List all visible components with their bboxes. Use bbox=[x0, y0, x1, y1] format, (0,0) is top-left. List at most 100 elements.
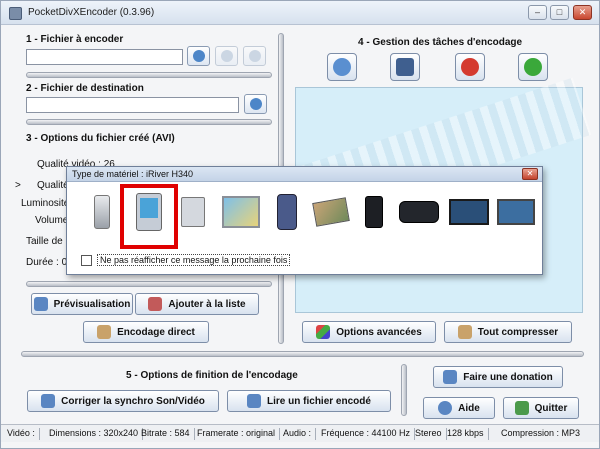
donate-icon bbox=[443, 370, 458, 384]
handheld-icon bbox=[181, 197, 205, 227]
monitor-icon bbox=[222, 196, 260, 228]
browse-source-button[interactable] bbox=[187, 46, 210, 66]
app-icon bbox=[9, 7, 22, 20]
preview-button-label: Prévisualisation bbox=[53, 298, 131, 310]
home-icon bbox=[514, 401, 529, 415]
source-info-button[interactable] bbox=[215, 46, 238, 66]
help-button[interactable]: Aide bbox=[423, 397, 495, 419]
splitter-2[interactable] bbox=[26, 119, 272, 125]
audio-quality-label: Qualité bbox=[37, 180, 69, 191]
remove-task-button[interactable] bbox=[455, 53, 485, 81]
status-audio: Audio : bbox=[283, 428, 317, 440]
splitter-1[interactable] bbox=[26, 72, 272, 78]
maximize-button[interactable]: □ bbox=[550, 5, 569, 20]
play-file-button[interactable]: Lire un fichier encodé bbox=[227, 390, 391, 412]
options-section-title: 3 - Options du fichier créé (AVI) bbox=[26, 133, 175, 144]
add-task-button[interactable] bbox=[327, 53, 357, 81]
finish-section-title: 5 - Options de finition de l'encodage bbox=[126, 370, 298, 381]
add-to-list-label: Ajouter à la liste bbox=[168, 298, 246, 310]
video-player-icon bbox=[399, 201, 439, 223]
bottom-vertical-splitter[interactable] bbox=[401, 364, 407, 416]
brightness-label: Luminosité bbox=[21, 198, 70, 209]
title-bar[interactable]: PocketDivXEncoder (0.3.96) – □ ✕ bbox=[1, 1, 599, 25]
tasks-section-title: 4 - Gestion des tâches d'encodage bbox=[358, 37, 523, 48]
browse-destination-button[interactable] bbox=[244, 94, 267, 114]
splitter-4[interactable] bbox=[21, 351, 584, 357]
device-pda-silver[interactable] bbox=[89, 191, 115, 233]
status-kbps: 128 kbps bbox=[447, 428, 489, 440]
device-pocket-pc[interactable] bbox=[272, 191, 302, 233]
destination-section-title: 2 - Fichier de destination bbox=[26, 83, 144, 94]
preview-button[interactable]: Prévisualisation bbox=[31, 293, 133, 315]
current-row-marker: > bbox=[15, 180, 21, 191]
add-to-list-button[interactable]: Ajouter à la liste bbox=[135, 293, 259, 315]
status-compression: Compression : MP3 bbox=[501, 428, 581, 438]
device-lcd-monitor[interactable] bbox=[495, 191, 537, 233]
file-size-label: Taille de bbox=[26, 236, 63, 247]
save-tasks-button[interactable] bbox=[390, 53, 420, 81]
mouse-icon bbox=[333, 58, 351, 76]
source-file-input[interactable] bbox=[26, 49, 183, 65]
direct-encode-label: Encodage direct bbox=[117, 326, 195, 338]
donate-label: Faire une donation bbox=[463, 371, 553, 383]
pocket-pc-icon bbox=[277, 194, 297, 230]
status-bar: Vidéo : Dimensions : 320x240 Bitrate : 5… bbox=[1, 424, 599, 442]
selected-device-highlight bbox=[120, 184, 178, 249]
destination-file-input[interactable] bbox=[26, 97, 239, 113]
go-icon bbox=[524, 58, 542, 76]
dialog-close-button[interactable]: ✕ bbox=[522, 168, 538, 180]
start-tasks-button[interactable] bbox=[518, 53, 548, 81]
device-portable-video-player[interactable] bbox=[397, 191, 441, 233]
fix-sync-button[interactable]: Corriger la synchro Son/Vidéo bbox=[27, 390, 219, 412]
lcd-monitor-icon bbox=[497, 199, 535, 225]
folder-icon bbox=[192, 50, 205, 62]
device-photo-viewer[interactable] bbox=[311, 191, 351, 233]
advanced-options-button[interactable]: Options avancées bbox=[302, 321, 436, 343]
play-file-label: Lire un fichier encodé bbox=[267, 395, 371, 407]
splitter-3[interactable] bbox=[26, 281, 272, 287]
close-button[interactable]: ✕ bbox=[573, 5, 592, 20]
status-frequency: Fréquence : 44100 Hz bbox=[321, 428, 416, 440]
printer-icon bbox=[396, 58, 414, 76]
pda-icon bbox=[94, 195, 110, 229]
gear-icon bbox=[97, 325, 112, 339]
clear-icon bbox=[248, 50, 261, 62]
advanced-options-label: Options avancées bbox=[336, 326, 422, 338]
folder-icon bbox=[249, 98, 262, 110]
quit-label: Quitter bbox=[534, 402, 568, 414]
direct-encode-button[interactable]: Encodage direct bbox=[83, 321, 209, 343]
media-player-icon bbox=[365, 196, 383, 228]
dialog-title: Type de matériel : iRiver H340 bbox=[72, 169, 194, 179]
dont-show-again-checkbox[interactable] bbox=[81, 255, 92, 266]
quit-button[interactable]: Quitter bbox=[503, 397, 579, 419]
status-dimensions: Dimensions : 320x240 bbox=[49, 428, 144, 440]
app-window: PocketDivXEncoder (0.3.96) – □ ✕ 1 - Fic… bbox=[0, 0, 600, 449]
device-media-player-black[interactable] bbox=[361, 191, 387, 233]
fix-sync-label: Corriger la synchro Son/Vidéo bbox=[61, 395, 205, 407]
device-tv-widescreen[interactable] bbox=[447, 191, 491, 233]
device-desktop-monitor[interactable] bbox=[219, 191, 263, 233]
sync-icon bbox=[41, 394, 56, 408]
options-icon bbox=[316, 325, 331, 339]
compress-all-button[interactable]: Tout compresser bbox=[444, 321, 572, 343]
compress-all-label: Tout compresser bbox=[477, 326, 559, 338]
tv-icon bbox=[449, 199, 489, 225]
device-pda-screen[interactable] bbox=[177, 191, 209, 233]
compress-icon bbox=[457, 325, 472, 339]
source-section-title: 1 - Fichier à encoder bbox=[26, 34, 124, 45]
photo-viewer-icon bbox=[312, 197, 350, 227]
play-icon bbox=[247, 394, 262, 408]
donate-button[interactable]: Faire une donation bbox=[433, 366, 563, 388]
help-label: Aide bbox=[458, 402, 480, 414]
status-video: Vidéo : bbox=[7, 428, 40, 440]
status-stereo: Stereo bbox=[415, 428, 447, 440]
volume-label: Volume bbox=[35, 215, 69, 226]
add-icon bbox=[148, 297, 163, 311]
window-title: PocketDivXEncoder (0.3.96) bbox=[28, 7, 155, 18]
source-clear-button[interactable] bbox=[243, 46, 266, 66]
dialog-title-bar[interactable]: Type de matériel : iRiver H340 ✕ bbox=[67, 167, 542, 182]
status-framerate: Framerate : original bbox=[197, 428, 281, 440]
minimize-button[interactable]: – bbox=[528, 5, 547, 20]
preview-icon bbox=[33, 297, 48, 311]
dont-show-again-label[interactable]: Ne pas réafficher ce message la prochain… bbox=[97, 254, 291, 266]
